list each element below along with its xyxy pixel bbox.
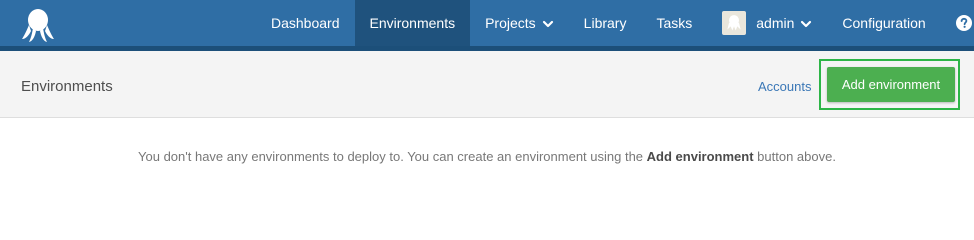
chevron-down-icon: [542, 17, 554, 29]
nav-configuration[interactable]: Configuration: [827, 0, 940, 46]
question-circle-icon: [955, 15, 972, 31]
nav-environments-label: Environments: [369, 15, 456, 31]
empty-state-message: You don't have any environments to deplo…: [0, 149, 974, 164]
nav-projects-label: Projects: [485, 15, 536, 31]
accounts-link[interactable]: Accounts: [758, 79, 811, 94]
nav-user-label: admin: [756, 15, 795, 31]
nav-tasks[interactable]: Tasks: [641, 0, 707, 46]
nav-user-menu[interactable]: admin: [707, 0, 827, 46]
help-button[interactable]: [941, 0, 974, 46]
nav-library[interactable]: Library: [569, 0, 642, 46]
page-title: Environments: [21, 78, 113, 95]
avatar: [722, 11, 747, 35]
empty-message-prefix: You don't have any environments to deplo…: [138, 149, 647, 164]
add-environment-button[interactable]: Add environment: [827, 67, 955, 102]
nav-dashboard[interactable]: Dashboard: [256, 0, 355, 46]
page-header: Environments Accounts Add environment: [0, 51, 974, 118]
empty-message-bold: Add environment: [646, 149, 754, 164]
nav-environments[interactable]: Environments: [354, 0, 471, 46]
nav-projects[interactable]: Projects: [470, 0, 569, 46]
nav-configuration-label: Configuration: [842, 15, 926, 31]
chevron-down-icon: [800, 17, 812, 29]
main-nav: Dashboard Environments Projects Library …: [256, 0, 974, 46]
nav-library-label: Library: [583, 15, 627, 31]
octopus-logo-icon[interactable]: [20, 7, 56, 43]
empty-message-suffix: button above.: [753, 149, 836, 164]
nav-tasks-label: Tasks: [656, 15, 693, 31]
top-nav-bar: Dashboard Environments Projects Library …: [0, 0, 974, 51]
nav-dashboard-label: Dashboard: [271, 15, 340, 31]
